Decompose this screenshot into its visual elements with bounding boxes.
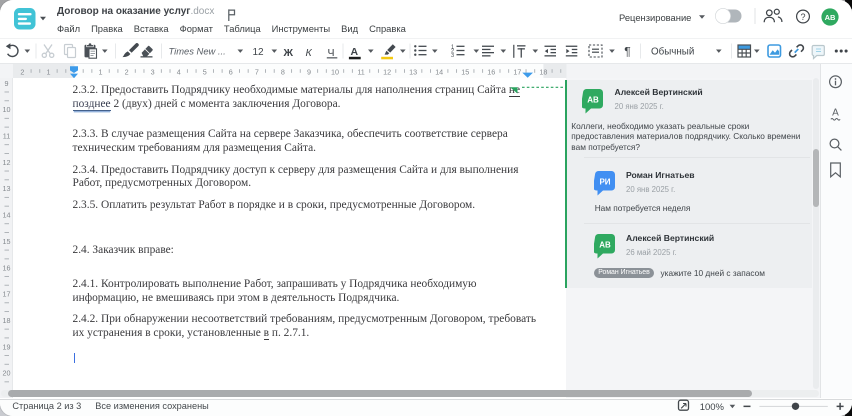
svg-text:12: 12: [253, 47, 265, 58]
svg-text:Times New ...: Times New ...: [169, 46, 226, 57]
svg-text:4: 4: [177, 67, 181, 76]
svg-text:11: 11: [3, 132, 10, 141]
svg-text:К: К: [306, 47, 313, 59]
svg-text:13: 13: [3, 184, 11, 193]
svg-text:100%: 100%: [700, 402, 725, 413]
svg-text:1: 1: [46, 67, 50, 76]
svg-text:2: 2: [20, 67, 24, 76]
svg-text:3: 3: [151, 67, 155, 76]
svg-text:АВ: АВ: [599, 241, 611, 250]
svg-text:15: 15: [461, 67, 469, 76]
svg-text:14: 14: [3, 211, 11, 220]
svg-text:18: 18: [3, 316, 11, 325]
svg-text:12: 12: [3, 158, 11, 167]
svg-text:А: А: [351, 46, 359, 58]
svg-text:3: 3: [451, 53, 454, 59]
svg-text:20: 20: [3, 369, 11, 378]
svg-text:19: 19: [3, 342, 11, 351]
svg-text:9: 9: [5, 79, 9, 88]
svg-text:11: 11: [357, 67, 364, 76]
svg-text:7: 7: [255, 67, 259, 76]
svg-text:6: 6: [229, 67, 233, 76]
svg-text:8: 8: [281, 67, 285, 76]
svg-text:17: 17: [513, 67, 521, 76]
svg-text:14: 14: [435, 67, 443, 76]
svg-text:16: 16: [3, 263, 11, 272]
svg-text:Ч: Ч: [328, 47, 335, 59]
svg-text:РИ: РИ: [599, 177, 610, 186]
svg-text:16: 16: [487, 67, 495, 76]
svg-text:АВ: АВ: [825, 13, 836, 22]
svg-text:2: 2: [125, 67, 129, 76]
svg-text:Обычный: Обычный: [651, 47, 694, 58]
svg-text:18: 18: [539, 67, 547, 76]
svg-text:А: А: [832, 108, 839, 119]
svg-text:10: 10: [3, 105, 11, 114]
svg-text:10: 10: [331, 67, 339, 76]
svg-text:АВ: АВ: [587, 95, 599, 104]
svg-text:5: 5: [203, 67, 207, 76]
svg-text:Ж: Ж: [283, 47, 294, 59]
svg-text:13: 13: [409, 67, 417, 76]
svg-text:?: ?: [800, 12, 805, 22]
svg-text:¶: ¶: [624, 45, 630, 59]
svg-text:1: 1: [99, 67, 103, 76]
svg-text:12: 12: [383, 67, 391, 76]
svg-text:15: 15: [3, 237, 11, 246]
svg-text:17: 17: [3, 290, 11, 299]
svg-text:9: 9: [307, 67, 311, 76]
